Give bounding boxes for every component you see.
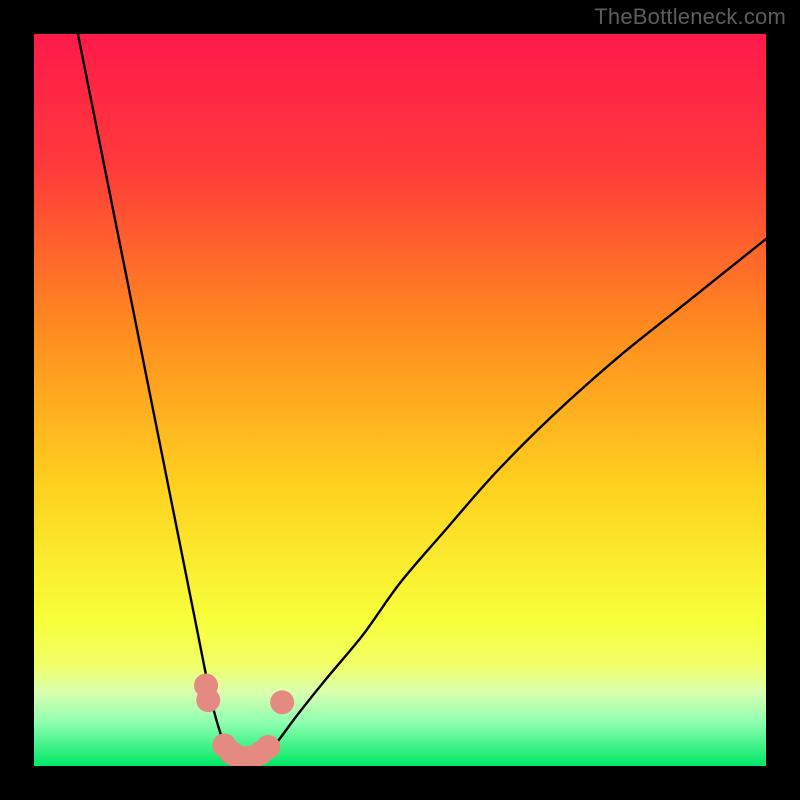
data-marker [270, 690, 294, 714]
plot-area [34, 34, 766, 766]
watermark-text: TheBottleneck.com [594, 4, 786, 30]
outer-frame: TheBottleneck.com [0, 0, 800, 800]
data-marker [256, 735, 280, 759]
data-marker [196, 688, 220, 712]
chart-svg [34, 34, 766, 766]
gradient-background [34, 34, 766, 766]
